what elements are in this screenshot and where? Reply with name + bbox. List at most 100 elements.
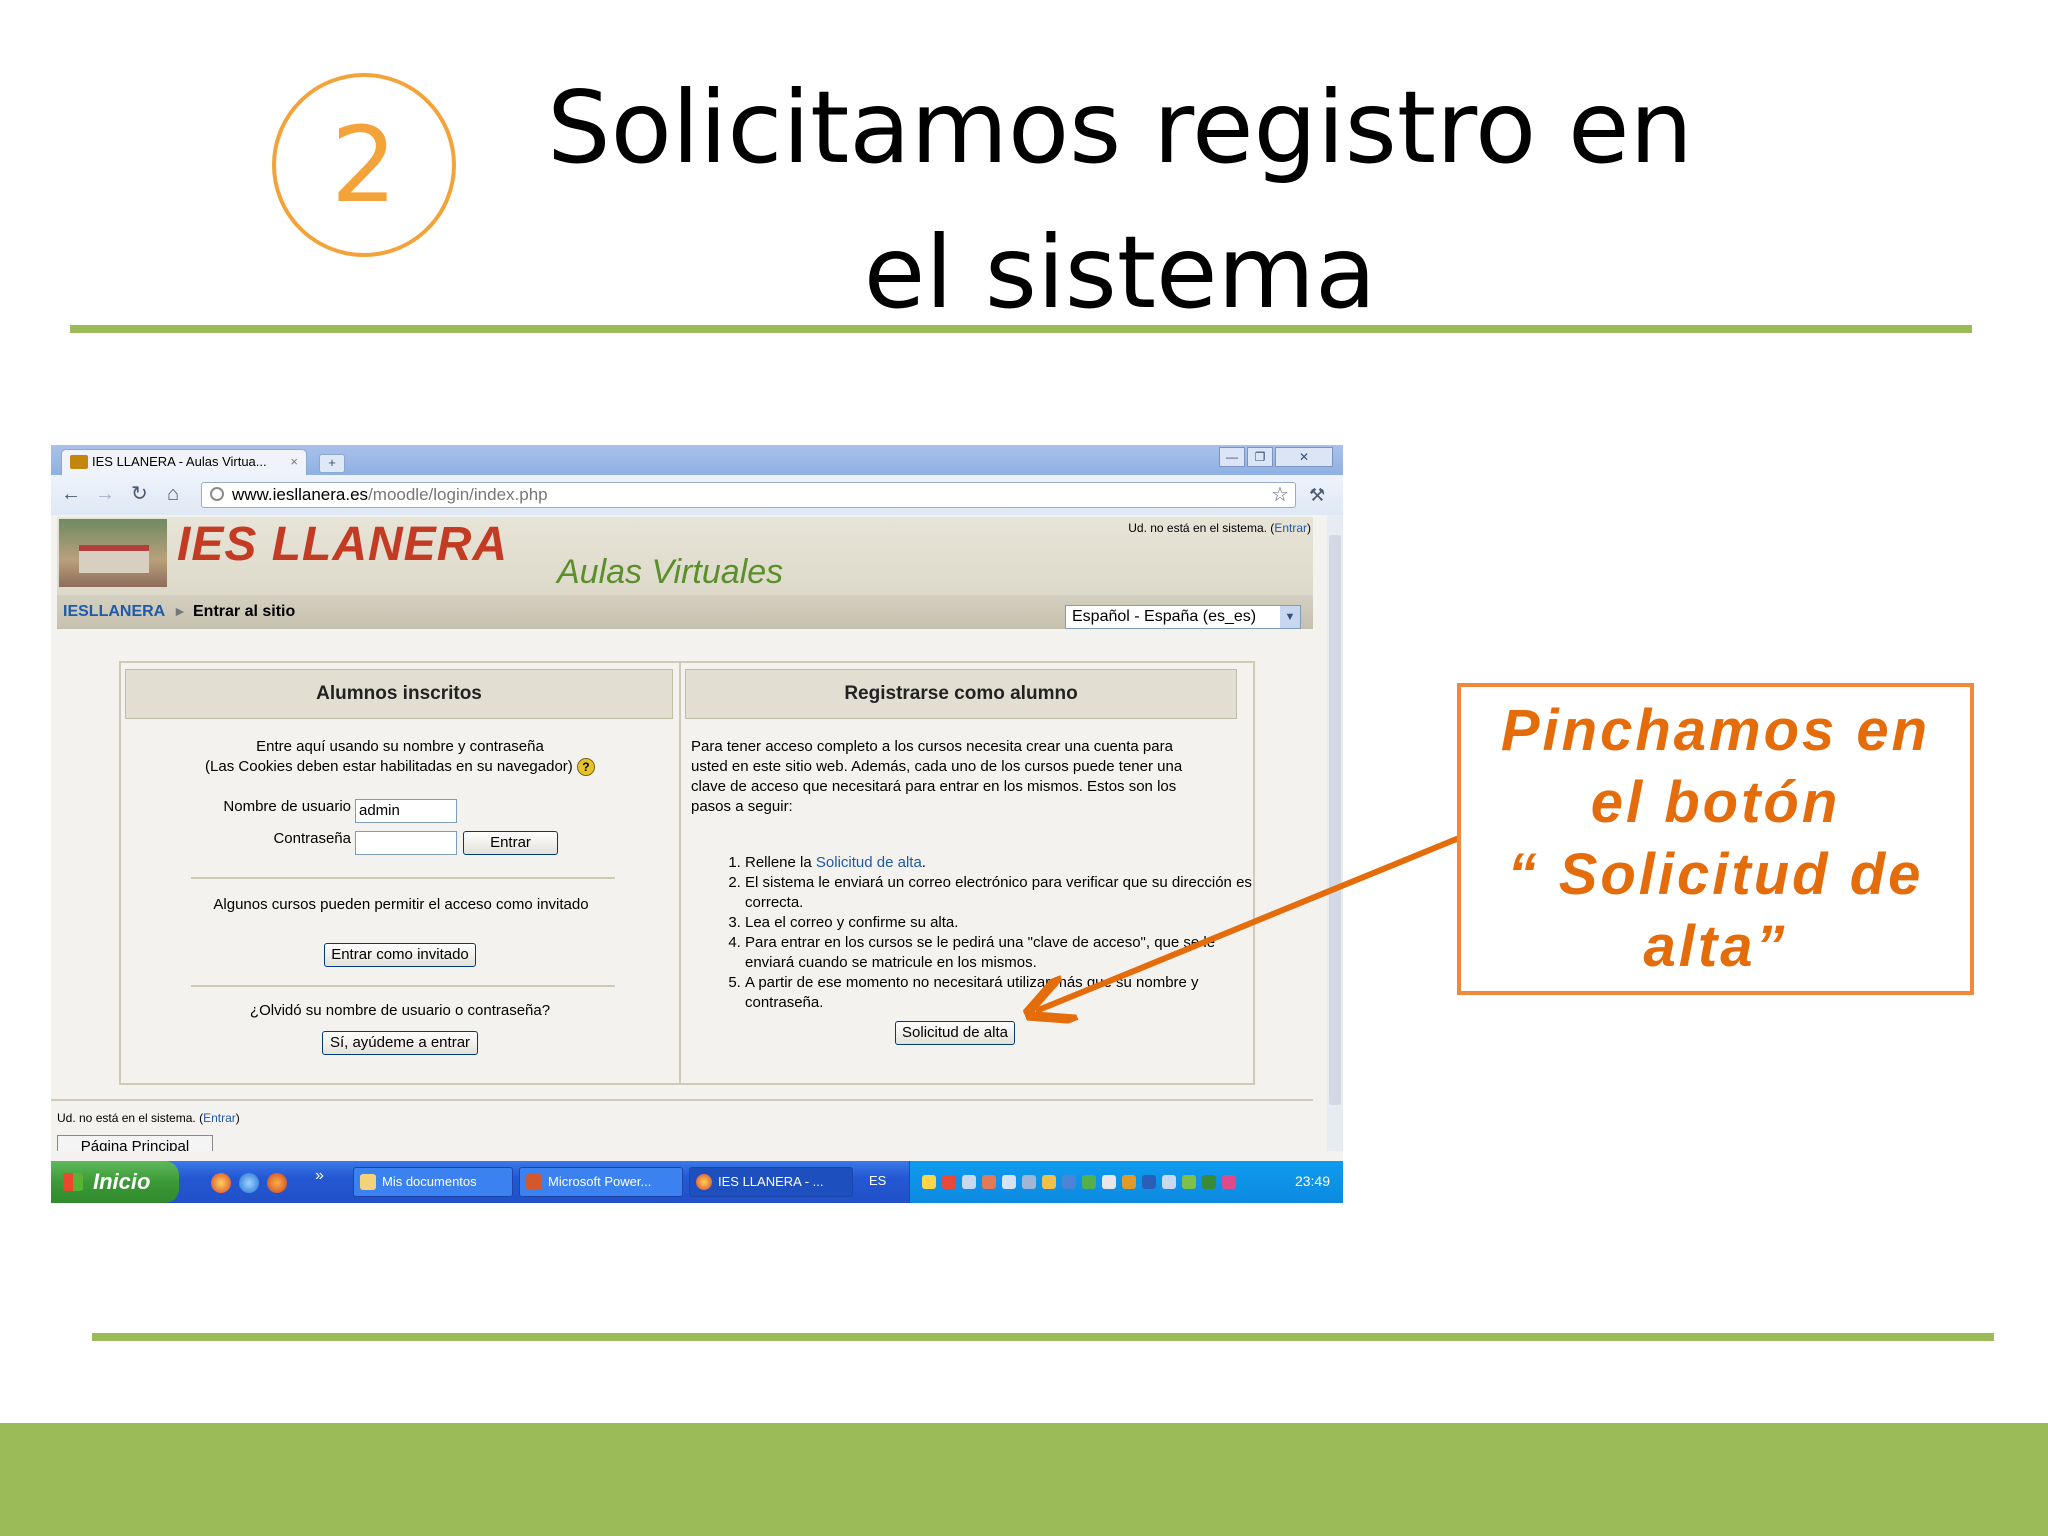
password-label: Contraseña (273, 830, 351, 847)
quick-launch-chevron-icon[interactable]: » (315, 1167, 324, 1185)
login-info: Ud. no está en el sistema. (Entrar) (1128, 521, 1311, 535)
folder-icon (360, 1174, 376, 1190)
registered-users-panel: Alumnos inscritos Entre aquí usando su n… (121, 663, 681, 1083)
breadcrumb-home-link[interactable]: IESLLANERA (63, 603, 165, 621)
chrome-icon[interactable] (211, 1173, 231, 1193)
footer-login-link[interactable]: Entrar (203, 1111, 236, 1125)
signup-heading: Registrarse como alumno (685, 669, 1237, 719)
start-button[interactable]: Inicio (51, 1161, 179, 1203)
page-info-icon (210, 487, 224, 501)
tray-app-icon[interactable] (1182, 1175, 1196, 1189)
tab-close-icon[interactable]: × (290, 450, 298, 474)
site-logo: IES LLANERA (177, 518, 509, 571)
forgot-password-button[interactable]: Sí, ayúdeme a entrar (322, 1031, 478, 1055)
tray-app-icon[interactable] (1082, 1175, 1096, 1189)
star-icon[interactable]: ☆ (1271, 484, 1289, 506)
forward-arrow-icon[interactable]: → (95, 483, 115, 505)
restore-button[interactable]: ❐ (1247, 447, 1273, 467)
signup-intro: Para tener acceso completo a los cursos … (691, 738, 1183, 815)
close-window-button[interactable]: ✕ (1275, 447, 1333, 467)
tray-bluetooth-icon[interactable] (1142, 1175, 1156, 1189)
login-button[interactable]: Entrar (463, 831, 558, 855)
step-number-badge: 2 (272, 73, 456, 257)
slide-title: Solicitamos registro en el sistema (547, 69, 1693, 331)
windows-logo-icon (63, 1173, 83, 1191)
powerpoint-icon (526, 1174, 542, 1190)
school-photo (59, 519, 167, 587)
signup-step: A partir de ese momento no necesitará ut… (745, 973, 1265, 1013)
address-bar[interactable]: www.iesllanera.es/moodle/login/index.php (201, 482, 1296, 508)
moodle-favicon-icon (70, 455, 88, 469)
breadcrumb-separator-icon: ► (173, 603, 187, 619)
callout-box: Pinchamos en el botón “ Solicitud de alt… (1457, 683, 1974, 995)
input-language-indicator[interactable]: ES (869, 1173, 886, 1188)
reload-icon[interactable]: ↻ (131, 483, 148, 505)
chevron-down-icon: ▼ (1280, 606, 1300, 628)
taskbar: Inicio » Mis documentos Microsoft Power.… (51, 1161, 1343, 1203)
back-arrow-icon[interactable]: ← (61, 483, 81, 505)
system-tray: 23:49 (909, 1161, 1343, 1203)
scrollbar-thumb[interactable] (1329, 535, 1341, 1105)
firefox-icon[interactable] (267, 1173, 287, 1193)
home-icon[interactable]: ⌂ (167, 483, 179, 505)
tray-app-icon[interactable] (1162, 1175, 1176, 1189)
login-link[interactable]: Entrar (1274, 521, 1307, 535)
tray-star-icon[interactable] (922, 1175, 936, 1189)
tray-app-icon[interactable] (1042, 1175, 1056, 1189)
taskbar-item-powerpoint[interactable]: Microsoft Power... (519, 1167, 683, 1197)
guest-login-button[interactable]: Entrar como invitado (324, 943, 476, 967)
divider (191, 985, 615, 987)
browser-window: IES LLANERA - Aulas Virtua... × + — ❐ ✕ … (51, 445, 1343, 1203)
tray-network-icon[interactable] (962, 1175, 976, 1189)
tray-speaker-icon[interactable] (1022, 1175, 1036, 1189)
url-path: /moodle/login/index.php (368, 485, 548, 504)
page-viewport: IES LLANERA Aulas Virtuales Ud. no está … (51, 515, 1327, 1151)
home-page-button[interactable]: Página Principal (57, 1135, 213, 1151)
tray-app-icon[interactable] (942, 1175, 956, 1189)
tray-app-icon[interactable] (1102, 1175, 1116, 1189)
tray-app-icon[interactable] (1222, 1175, 1236, 1189)
tray-network-icon[interactable] (1002, 1175, 1016, 1189)
cookies-note: (Las Cookies deben estar habilitadas en … (121, 757, 679, 777)
vertical-scrollbar[interactable] (1327, 515, 1343, 1151)
navbar: IESLLANERA ► Entrar al sitio Español - E… (57, 595, 1313, 629)
tray-app-icon[interactable] (982, 1175, 996, 1189)
top-divider (70, 325, 1972, 333)
new-tab-button[interactable]: + (319, 454, 345, 473)
signup-button[interactable]: Solicitud de alta (895, 1021, 1015, 1045)
footer-divider (51, 1099, 1313, 1101)
footer-login-info: Ud. no está en el sistema. (Entrar) (57, 1111, 240, 1125)
taskbar-item-documents[interactable]: Mis documentos (353, 1167, 513, 1197)
tray-app-icon[interactable] (1062, 1175, 1076, 1189)
username-input[interactable]: admin (355, 799, 457, 823)
signup-steps: Rellene la Solicitud de alta. El sistema… (709, 853, 1265, 1013)
minimize-button[interactable]: — (1219, 447, 1245, 467)
signup-form-link[interactable]: Solicitud de alta (816, 854, 922, 871)
guest-access-text: Algunos cursos pueden permitir el acceso… (213, 896, 589, 913)
taskbar-clock: 23:49 (1294, 1173, 1330, 1189)
footer-band (0, 1423, 2048, 1536)
internet-explorer-icon[interactable] (239, 1173, 259, 1193)
signup-step: Lea el correo y confirme su alta. (745, 913, 1265, 933)
password-input[interactable] (355, 831, 457, 855)
signup-step: El sistema le enviará un correo electrón… (745, 873, 1265, 913)
tray-app-icon[interactable] (1202, 1175, 1216, 1189)
tray-app-icon[interactable] (1122, 1175, 1136, 1189)
chrome-icon (696, 1174, 712, 1190)
signup-step: Rellene la Solicitud de alta. (745, 853, 1265, 873)
taskbar-item-browser[interactable]: IES LLANERA - ... (689, 1167, 853, 1197)
language-select[interactable]: Español - España (es_es) ▼ (1065, 605, 1301, 629)
callout-text: Pinchamos en el botón “ Solicitud de alt… (1500, 698, 1931, 979)
tab-title: IES LLANERA - Aulas Virtua... (92, 454, 267, 469)
username-label: Nombre de usuario (223, 798, 351, 815)
bottom-divider (92, 1333, 1994, 1341)
help-icon[interactable]: ? (576, 758, 595, 777)
browser-tab[interactable]: IES LLANERA - Aulas Virtua... × (61, 449, 307, 475)
signup-panel: Registrarse como alumno Para tener acces… (681, 663, 1253, 1083)
wrench-icon[interactable]: ⚒ (1309, 484, 1325, 506)
tab-strip: IES LLANERA - Aulas Virtua... × + — ❐ ✕ (51, 445, 1343, 475)
breadcrumb-current: Entrar al sitio (193, 603, 296, 620)
forgot-password-text: ¿Olvidó su nombre de usuario o contraseñ… (249, 1002, 551, 1019)
browser-toolbar: ← → ↻ ⌂ www.iesllanera.es/moodle/login/i… (51, 475, 1343, 516)
signup-step: Para entrar en los cursos se le pedirá u… (745, 933, 1265, 973)
